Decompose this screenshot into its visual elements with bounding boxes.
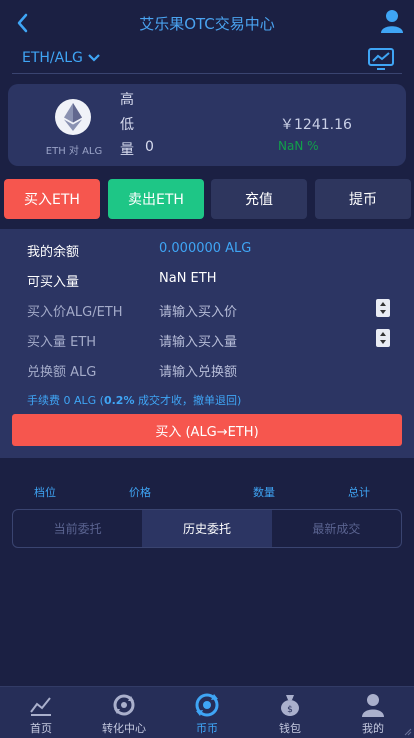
buyable-row: 可买入量 NaN ETH	[27, 269, 397, 290]
order-form: 我的余额 0.000000 ALG 可买入量 NaN ETH 买入价ALG/ET…	[0, 229, 414, 458]
user-icon	[362, 694, 384, 717]
nav-wallet[interactable]: $ 钱包	[249, 687, 331, 738]
exchange-input[interactable]: 请输入兑换额	[159, 361, 237, 380]
trend-chart-icon[interactable]	[368, 48, 394, 70]
pair-selector[interactable]: ETH/ALG	[22, 50, 101, 66]
low-label: 低	[120, 117, 134, 133]
chart-icon	[30, 697, 51, 716]
tab-current-orders[interactable]: 当前委托	[13, 510, 142, 547]
nav-convert-label: 转化中心	[102, 722, 146, 735]
fee-suffix: 成交才收，撤单退回)	[134, 394, 242, 407]
fee-prefix: 手续费 0 ALG (	[27, 394, 104, 407]
nav-mine[interactable]: 我的	[332, 687, 414, 738]
nav-wallet-label: 钱包	[279, 722, 301, 735]
volume-label: 量	[120, 142, 134, 158]
exchange-label: 兑换额 ALG	[27, 365, 97, 380]
nav-mine-label: 我的	[362, 722, 384, 735]
nav-home[interactable]: 首页	[0, 687, 82, 738]
amount-row: 买入量 ETH 请输入买入量	[27, 329, 397, 350]
col-price: 价格	[129, 486, 151, 499]
price-row: 买入价ALG/ETH 请输入买入价	[27, 299, 397, 320]
price-label: 买入价ALG/ETH	[27, 305, 123, 320]
fee-note: 手续费 0 ALG (0.2% 成交才收，撤单退回)	[27, 392, 241, 408]
chevron-down-icon	[88, 54, 100, 62]
high-label: 高	[120, 92, 134, 108]
price-change: NaN %	[278, 139, 319, 153]
buy-eth-button[interactable]: 买入ETH	[4, 179, 100, 219]
coin-pair-label: ETH 对 ALG	[45, 146, 103, 157]
nav-home-label: 首页	[30, 722, 52, 735]
user-icon[interactable]	[380, 8, 404, 34]
divider	[12, 73, 402, 74]
amount-stepper[interactable]	[376, 329, 390, 347]
nav-exchange[interactable]: 币币	[166, 687, 248, 738]
exchange-row: 兑换额 ALG 请输入兑换额	[27, 359, 397, 380]
ticker-card: ETH 对 ALG 高 低 量 0 ￥1241.16 NaN %	[8, 84, 406, 166]
page-title: 艾乐果OTC交易中心	[139, 15, 275, 33]
fee-rate: 0.2%	[103, 394, 135, 407]
svg-text:$: $	[287, 705, 293, 715]
balance-row: 我的余额 0.000000 ALG	[27, 239, 397, 260]
amount-label: 买入量 ETH	[27, 335, 97, 350]
header: 艾乐果OTC交易中心	[0, 0, 414, 46]
exchange-icon	[195, 693, 219, 717]
balance-value: 0.000000 ALG	[159, 241, 252, 256]
col-total: 总计	[348, 486, 370, 499]
balance-label: 我的余额	[27, 245, 80, 260]
bottom-nav: 首页 转化中心 币币 $ 钱包 我的	[0, 686, 414, 738]
sell-eth-button[interactable]: 卖出ETH	[108, 179, 204, 219]
buyable-value: NaN ETH	[159, 271, 217, 286]
volume-value: 0	[145, 139, 154, 155]
tab-latest-trades[interactable]: 最新成交	[272, 510, 401, 547]
deposit-button[interactable]: 充值	[211, 179, 307, 219]
amount-input[interactable]: 请输入买入量	[159, 331, 237, 350]
last-price: ￥1241.16	[280, 117, 352, 133]
nav-exchange-label: 币币	[196, 722, 218, 735]
col-level: 档位	[34, 486, 56, 499]
withdraw-button[interactable]: 提币	[315, 179, 411, 219]
price-stepper[interactable]	[376, 299, 390, 317]
resize-grip-icon	[404, 728, 412, 736]
pair-label: ETH/ALG	[22, 50, 83, 66]
convert-icon	[113, 694, 135, 716]
submit-buy-button[interactable]: 买入 (ALG→ETH)	[12, 414, 402, 446]
col-amount: 数量	[253, 486, 275, 499]
tab-history-orders[interactable]: 历史委托	[142, 510, 272, 547]
ethereum-icon	[55, 99, 91, 135]
nav-convert[interactable]: 转化中心	[83, 687, 165, 738]
wallet-icon: $	[281, 695, 299, 716]
price-input[interactable]: 请输入买入价	[159, 301, 237, 320]
order-tabs: 当前委托 历史委托 最新成交	[12, 509, 402, 548]
buyable-label: 可买入量	[27, 275, 80, 290]
